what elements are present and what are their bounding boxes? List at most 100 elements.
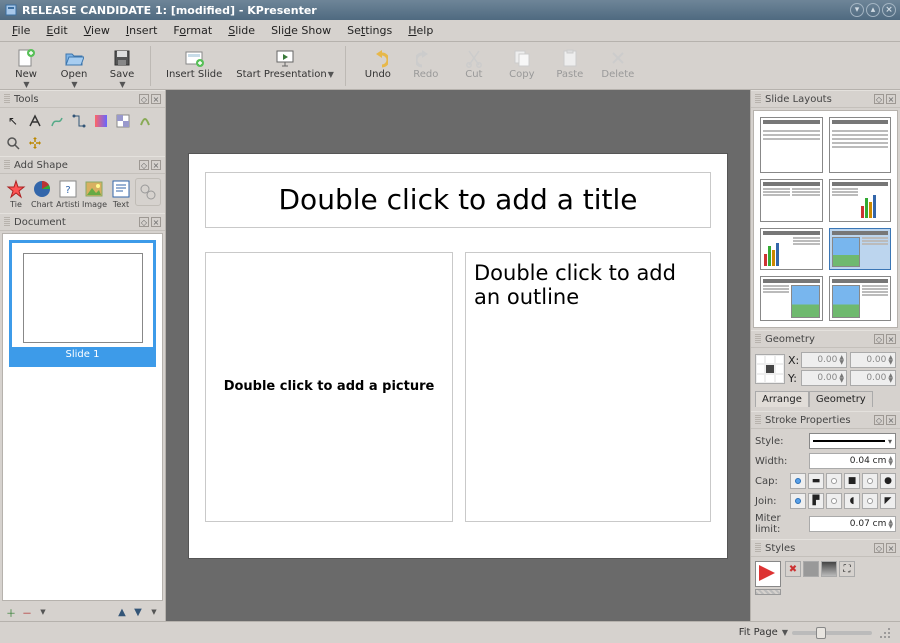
zoom-menu-icon[interactable]: ▼ bbox=[782, 628, 788, 637]
zoom-slider[interactable] bbox=[792, 631, 872, 635]
delete-button[interactable]: Delete bbox=[596, 44, 640, 83]
style-gradient[interactable] bbox=[821, 561, 837, 577]
tools-panel-header[interactable]: Tools ◇ × bbox=[0, 91, 165, 108]
menu-edit[interactable]: Edit bbox=[38, 22, 75, 39]
panel-close-icon[interactable]: × bbox=[151, 217, 161, 227]
layout-chart-text[interactable] bbox=[760, 228, 823, 270]
shape-image[interactable]: Image bbox=[82, 178, 107, 209]
style-expand[interactable]: ⛶ bbox=[839, 561, 855, 577]
redo-button[interactable]: Redo bbox=[404, 44, 448, 83]
panel-float-icon[interactable]: ◇ bbox=[139, 160, 149, 170]
menu-insert[interactable]: Insert bbox=[118, 22, 166, 39]
layout-picture-text[interactable] bbox=[829, 228, 892, 270]
x-position-input[interactable]: 0.00▲▼ bbox=[801, 352, 847, 368]
panel-float-icon[interactable]: ◇ bbox=[874, 94, 884, 104]
panel-close-icon[interactable]: × bbox=[886, 415, 896, 425]
window-close-button[interactable]: × bbox=[882, 3, 896, 17]
new-button[interactable]: New▼ bbox=[4, 44, 48, 92]
style-delete[interactable]: ✖ bbox=[785, 561, 801, 577]
layout-picture-bullets[interactable] bbox=[829, 276, 892, 321]
shape-tie[interactable]: Tie bbox=[4, 178, 28, 209]
panel-close-icon[interactable]: × bbox=[886, 334, 896, 344]
move-slide-up-button[interactable]: ▲ bbox=[115, 605, 129, 619]
menu-slideshow[interactable]: Slide Show bbox=[263, 22, 339, 39]
geometry-header[interactable]: Geometry ◇ × bbox=[751, 331, 900, 348]
menu-view[interactable]: View bbox=[76, 22, 118, 39]
anchor-picker[interactable] bbox=[755, 354, 785, 384]
layout-title-content[interactable] bbox=[760, 117, 823, 173]
pan-tool-icon[interactable] bbox=[26, 134, 44, 152]
slide-sorter[interactable]: Slide 1 bbox=[2, 233, 163, 601]
menu-slide[interactable]: Slide bbox=[220, 22, 263, 39]
layout-text-picture[interactable] bbox=[760, 276, 823, 321]
join-miter[interactable] bbox=[790, 493, 806, 509]
window-maximize-button[interactable]: ▴ bbox=[866, 3, 880, 17]
shape-chart[interactable]: Chart bbox=[30, 178, 54, 209]
slide-page[interactable]: Double click to add a title Double click… bbox=[189, 154, 727, 558]
zoom-control[interactable]: Fit Page ▼ bbox=[739, 627, 872, 638]
slide-menu-button[interactable]: ▼ bbox=[36, 605, 50, 619]
tab-geometry[interactable]: Geometry bbox=[809, 391, 873, 407]
menu-file[interactable]: File bbox=[4, 22, 38, 39]
cap-butt[interactable] bbox=[790, 473, 806, 489]
slide-thumbnail-1[interactable]: Slide 1 bbox=[9, 240, 156, 367]
menu-help[interactable]: Help bbox=[400, 22, 441, 39]
insert-slide-button[interactable]: Insert Slide bbox=[161, 44, 227, 83]
panel-float-icon[interactable]: ◇ bbox=[874, 543, 884, 553]
copy-button[interactable]: Copy bbox=[500, 44, 544, 83]
cap-square[interactable] bbox=[826, 473, 842, 489]
pointer-tool-icon[interactable]: ↖ bbox=[4, 112, 22, 130]
calligraphy-tool-icon[interactable] bbox=[136, 112, 154, 130]
zoom-tool-icon[interactable] bbox=[4, 134, 22, 152]
current-style-swatch[interactable] bbox=[755, 561, 781, 587]
join-bevel[interactable] bbox=[862, 493, 878, 509]
stroke-style-select[interactable]: ▾ bbox=[809, 433, 896, 449]
layout-two-content[interactable] bbox=[760, 179, 823, 221]
panel-close-icon[interactable]: × bbox=[886, 94, 896, 104]
slide-order-menu-button[interactable]: ▼ bbox=[147, 605, 161, 619]
start-presentation-button[interactable]: Start Presentation▼ bbox=[231, 44, 339, 83]
undo-button[interactable]: Undo bbox=[356, 44, 400, 83]
miter-limit-input[interactable]: 0.07 cm▲▼ bbox=[809, 516, 896, 532]
picture-placeholder[interactable]: Double click to add a picture bbox=[205, 252, 453, 522]
panel-close-icon[interactable]: × bbox=[151, 160, 161, 170]
panel-float-icon[interactable]: ◇ bbox=[139, 217, 149, 227]
menu-settings[interactable]: Settings bbox=[339, 22, 400, 39]
slide-layouts-header[interactable]: Slide Layouts ◇ × bbox=[751, 91, 900, 108]
document-panel-header[interactable]: Document ◇ × bbox=[0, 214, 165, 231]
path-tool-icon[interactable] bbox=[48, 112, 66, 130]
styles-header[interactable]: Styles ◇ × bbox=[751, 540, 900, 557]
text-tool-icon[interactable] bbox=[26, 112, 44, 130]
panel-float-icon[interactable]: ◇ bbox=[874, 334, 884, 344]
outline-placeholder[interactable]: Double click to add an outline bbox=[465, 252, 711, 522]
stroke-header[interactable]: Stroke Properties ◇ × bbox=[751, 412, 900, 429]
move-slide-down-button[interactable]: ▼ bbox=[131, 605, 145, 619]
style-flat[interactable] bbox=[803, 561, 819, 577]
save-button[interactable]: Save▼ bbox=[100, 44, 144, 92]
more-shapes-button[interactable] bbox=[135, 178, 161, 206]
panel-close-icon[interactable]: × bbox=[151, 94, 161, 104]
panel-close-icon[interactable]: × bbox=[886, 543, 896, 553]
cap-round[interactable] bbox=[862, 473, 878, 489]
width-input[interactable]: 0.00▲▼ bbox=[850, 352, 896, 368]
gradient-tool-icon[interactable] bbox=[92, 112, 110, 130]
title-placeholder[interactable]: Double click to add a title bbox=[205, 172, 711, 228]
y-position-input[interactable]: 0.00▲▼ bbox=[801, 370, 847, 386]
menu-format[interactable]: Format bbox=[165, 22, 220, 39]
connector-tool-icon[interactable] bbox=[70, 112, 88, 130]
cut-button[interactable]: Cut bbox=[452, 44, 496, 83]
remove-slide-button[interactable]: － bbox=[20, 605, 34, 619]
add-shape-header[interactable]: Add Shape ◇ × bbox=[0, 157, 165, 174]
shape-artistic[interactable]: ?Artisti bbox=[56, 178, 80, 209]
pattern-tool-icon[interactable] bbox=[114, 112, 132, 130]
panel-float-icon[interactable]: ◇ bbox=[874, 415, 884, 425]
add-slide-button[interactable]: ＋ bbox=[4, 605, 18, 619]
resize-grip-icon[interactable] bbox=[878, 626, 892, 640]
join-round[interactable] bbox=[826, 493, 842, 509]
layout-text-chart[interactable] bbox=[829, 179, 892, 221]
slide-canvas-area[interactable]: Double click to add a title Double click… bbox=[166, 90, 750, 621]
style-none[interactable] bbox=[755, 589, 781, 595]
open-button[interactable]: Open▼ bbox=[52, 44, 96, 92]
layout-title-bullets[interactable] bbox=[829, 117, 892, 173]
window-minimize-button[interactable]: ▾ bbox=[850, 3, 864, 17]
